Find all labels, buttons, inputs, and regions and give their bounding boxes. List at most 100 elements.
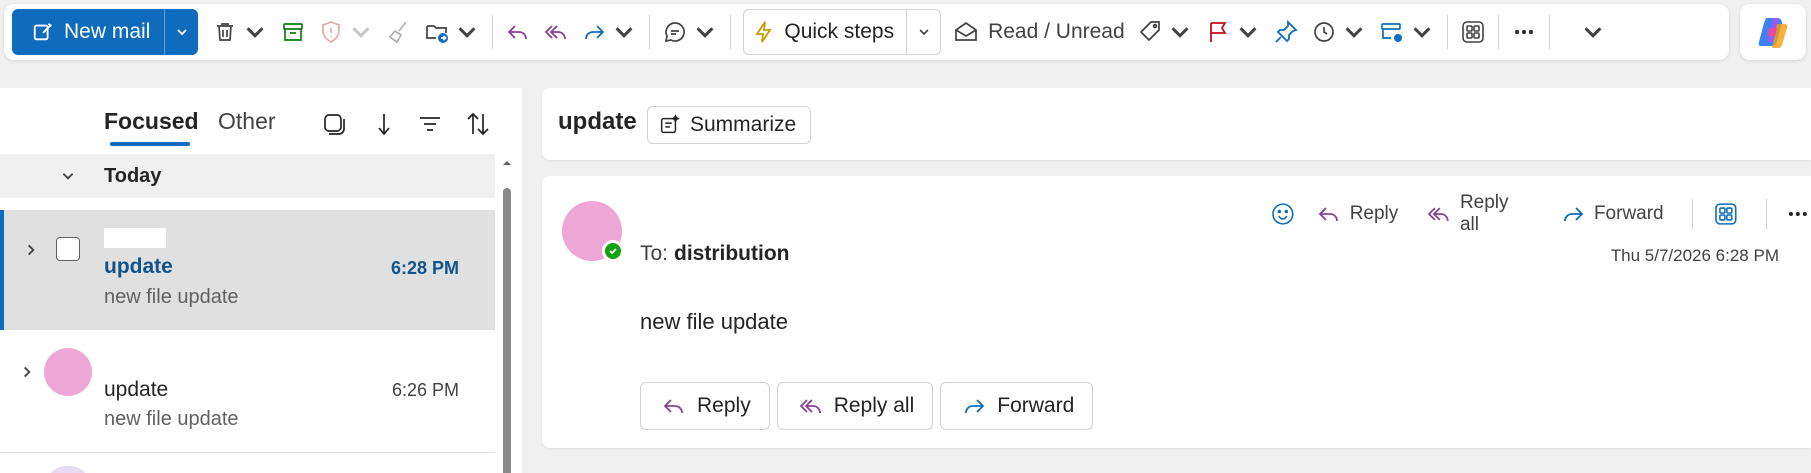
- apps-button[interactable]: [1454, 10, 1492, 54]
- pin-icon: [1275, 19, 1298, 43]
- reply-all-button[interactable]: Reply all: [1426, 192, 1532, 235]
- new-mail-dropdown[interactable]: [164, 9, 198, 55]
- reply-icon: [663, 399, 683, 414]
- reply-label: Reply: [697, 394, 751, 417]
- reply-all-icon: [545, 25, 567, 40]
- message-preview: new file update: [104, 286, 239, 308]
- reply-icon: [1318, 207, 1338, 222]
- more-options-button[interactable]: [1505, 10, 1543, 54]
- list-item[interactable]: update new file update 6:28 PM: [0, 210, 495, 330]
- pin-button[interactable]: [1267, 10, 1305, 54]
- chevron-down-icon: [919, 29, 929, 36]
- rules-button[interactable]: [1373, 10, 1441, 54]
- select-mode-icon[interactable]: [320, 110, 348, 138]
- categorize-button[interactable]: [1131, 10, 1199, 54]
- snooze-button[interactable]: [1305, 10, 1373, 54]
- list-item[interactable]: update new file update 6:26 PM: [0, 332, 495, 452]
- recipients-line: To: distribution: [640, 242, 790, 266]
- chevron-down-icon: [1345, 27, 1363, 38]
- separator: [1691, 199, 1693, 229]
- chevron-down-icon: [1171, 27, 1189, 38]
- forward-button[interactable]: Forward: [1560, 194, 1664, 234]
- bottom-actions: Reply Reply all Forward: [640, 382, 1094, 430]
- chevron-down-icon: [696, 27, 714, 38]
- chevron-right-icon[interactable]: [23, 242, 39, 258]
- chevron-down-icon: [352, 27, 370, 38]
- chevron-down-icon: [246, 27, 264, 38]
- more-horizontal-icon[interactable]: [1785, 201, 1811, 227]
- broom-icon: [389, 21, 408, 44]
- message-actions: Reply Reply all Forward: [1270, 192, 1811, 235]
- bottom-reply-all-button[interactable]: Reply all: [776, 382, 934, 430]
- new-mail-label: New mail: [64, 20, 151, 43]
- delete-button[interactable]: [206, 10, 274, 54]
- more-horizontal-icon: [1514, 30, 1533, 34]
- reply-all-icon: [799, 399, 821, 414]
- message-subject: update: [104, 255, 173, 278]
- compose-icon: [33, 23, 52, 41]
- jump-to-icon[interactable]: [369, 110, 397, 138]
- apps-grid-icon: [1461, 21, 1484, 43]
- message-time: 6:26 PM: [391, 380, 459, 400]
- new-mail-button-group: New mail: [12, 9, 199, 55]
- conversation-subject: update: [558, 108, 637, 135]
- inbox-tabs: Focused Other: [0, 88, 522, 154]
- message-preview: new file update: [104, 408, 239, 430]
- chevron-right-icon[interactable]: [19, 364, 35, 380]
- ribbon-forward-button[interactable]: [575, 10, 643, 54]
- recipient-name[interactable]: distribution: [674, 242, 789, 265]
- chevron-down-icon: [458, 27, 476, 38]
- summarize-icon: [660, 114, 680, 134]
- quick-steps-label: Quick steps: [784, 20, 895, 43]
- read-unread-button[interactable]: Read / Unread: [947, 10, 1131, 54]
- quick-steps-dropdown[interactable]: [906, 10, 940, 54]
- group-label: Today: [104, 164, 162, 187]
- chat-icon: [665, 22, 686, 43]
- filter-icon[interactable]: [416, 110, 444, 138]
- summarize-button[interactable]: Summarize: [647, 106, 812, 144]
- group-header-today[interactable]: Today: [0, 154, 495, 198]
- reply-label: Reply: [1349, 203, 1399, 224]
- reply-all-icon: [1427, 207, 1449, 221]
- message-subject: update: [104, 378, 169, 401]
- rules-icon: [1380, 23, 1402, 42]
- separator: [649, 15, 651, 49]
- separator: [492, 15, 494, 49]
- tab-active-indicator: [110, 142, 190, 146]
- expand-ribbon-button[interactable]: [1574, 10, 1612, 54]
- clock-icon: [1313, 22, 1334, 42]
- sweep-button[interactable]: [380, 10, 418, 54]
- move-to-button[interactable]: [418, 10, 486, 54]
- lightning-icon: [755, 21, 773, 43]
- report-button[interactable]: [312, 10, 380, 54]
- forward-icon: [1564, 207, 1584, 222]
- tab-focused[interactable]: Focused: [104, 108, 199, 135]
- chevron-down-icon: [62, 173, 74, 180]
- select-checkbox[interactable]: [56, 237, 80, 261]
- flag-button[interactable]: [1199, 10, 1267, 54]
- bottom-reply-button[interactable]: Reply: [640, 382, 770, 430]
- shield-icon: [322, 21, 341, 43]
- tab-other[interactable]: Other: [218, 108, 276, 135]
- emoji-icon[interactable]: [1270, 201, 1296, 227]
- archive-button[interactable]: [274, 10, 312, 54]
- summarize-label: Summarize: [690, 113, 797, 136]
- scrollbar-thumb[interactable]: [503, 188, 511, 473]
- ribbon-toolbar: New mail Quick steps Read / Unread: [4, 4, 1729, 60]
- bottom-forward-button[interactable]: Forward: [940, 382, 1094, 430]
- reply-button[interactable]: Reply: [1316, 194, 1399, 234]
- quick-steps-button[interactable]: Quick steps: [744, 10, 906, 54]
- reply-all-label: Reply all: [1459, 192, 1509, 235]
- avatar: [44, 348, 92, 396]
- ribbon-reply-button[interactable]: [499, 10, 537, 54]
- presence-available-icon: [602, 240, 624, 262]
- avatar: [46, 466, 90, 473]
- apps-grid-icon[interactable]: [1713, 201, 1739, 227]
- reading-subject-bar: update Summarize: [542, 88, 1811, 160]
- sort-icon[interactable]: [464, 110, 492, 138]
- scroll-up-arrow[interactable]: [500, 156, 514, 170]
- new-mail-button[interactable]: New mail: [12, 9, 164, 55]
- ribbon-reply-all-button[interactable]: [537, 10, 575, 54]
- teams-chat-button[interactable]: [656, 10, 724, 54]
- copilot-button[interactable]: [1740, 4, 1806, 60]
